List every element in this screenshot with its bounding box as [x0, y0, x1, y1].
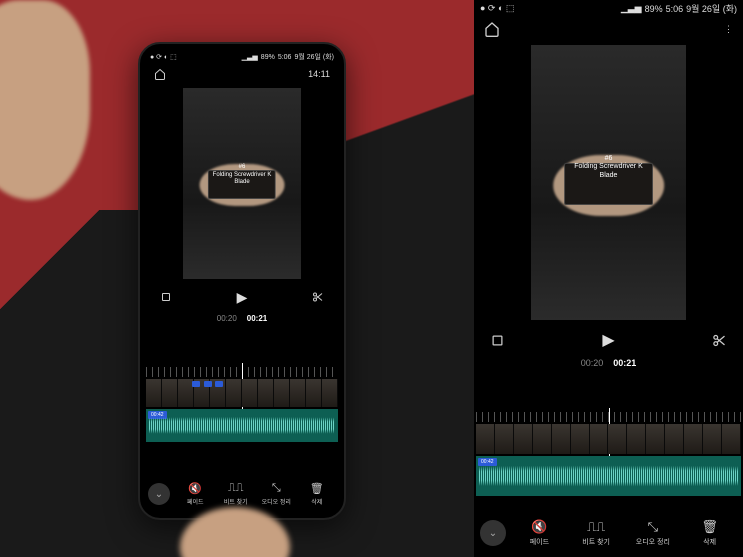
- expand-toolbar-button[interactable]: ⌄: [148, 483, 170, 505]
- audio-trim-button[interactable]: ⤡ 오디오 정리: [257, 482, 296, 506]
- status-date: 9월 26일 (화): [294, 52, 334, 62]
- fade-label: 페이드: [530, 537, 549, 547]
- clock-time: 5:06: [278, 54, 292, 61]
- beat-find-button[interactable]: ⎍⎍ 비트 찾기: [569, 519, 624, 547]
- trim-label: 오디오 정리: [262, 497, 291, 506]
- playback-controls: ▶: [144, 283, 340, 312]
- prev-time: 00:20: [581, 358, 604, 368]
- delete-button[interactable]: 🗑 삭제: [298, 482, 337, 506]
- audio-trim-button[interactable]: ⤡ 오디오 정리: [626, 519, 681, 547]
- delete-label: 삭제: [703, 537, 716, 547]
- home-icon[interactable]: [484, 21, 500, 37]
- equalizer-icon: ⎍⎍: [228, 482, 243, 495]
- play-button[interactable]: ▶: [237, 289, 248, 306]
- signal-icon: ▁▃▅: [242, 53, 258, 61]
- video-thumbnail-track[interactable]: [146, 379, 338, 408]
- trim-icon: ⤡: [648, 519, 658, 535]
- undo-icon[interactable]: [490, 333, 505, 348]
- audio-track[interactable]: 00:42: [476, 456, 741, 496]
- status-left-icons: ● ⟳ ◐ ⬚: [150, 53, 177, 61]
- status-date: 9월 26일 (화): [686, 2, 737, 15]
- cut-icon[interactable]: [312, 291, 324, 303]
- beat-label: 비트 찾기: [582, 537, 610, 547]
- prev-time: 00:20: [217, 314, 237, 323]
- delete-label: 삭제: [311, 497, 322, 506]
- audio-track[interactable]: 00:42: [146, 409, 338, 441]
- trash-icon: 🗑: [310, 482, 324, 495]
- status-left-icons: ● ⟳ ◐ ⬚: [480, 3, 514, 14]
- expand-toolbar-button[interactable]: ⌄: [480, 520, 506, 546]
- signal-icon: ▁▃▅: [621, 3, 642, 14]
- fade-label: 페이드: [187, 497, 204, 506]
- waveform: [479, 462, 738, 490]
- video-preview[interactable]: #6 Folding Screwdriver K Blade: [183, 88, 301, 279]
- undo-icon[interactable]: [160, 291, 172, 303]
- app-titlebar: ⋮: [474, 17, 743, 41]
- time-display: 00:20 00:21: [144, 312, 340, 329]
- screenshot-right-panel: ● ⟳ ◐ ⬚ ▁▃▅ 89% 5:06 9월 26일 (화) ⋮ #6 Fol…: [474, 0, 743, 557]
- current-time: 00:21: [613, 358, 636, 368]
- home-icon[interactable]: [154, 68, 166, 80]
- timeline-ruler[interactable]: [146, 367, 338, 377]
- current-time: 00:21: [247, 314, 267, 323]
- project-duration: 14:11: [308, 69, 330, 79]
- battery-percent: 89%: [645, 4, 663, 14]
- fade-button[interactable]: 🔇 페이드: [512, 519, 567, 547]
- status-bar: ● ⟳ ◐ ⬚ ▁▃▅ 89% 5:06 9월 26일 (화): [474, 0, 743, 17]
- more-icon[interactable]: ⋮: [724, 24, 733, 35]
- beat-label: 비트 찾기: [224, 497, 248, 506]
- cut-icon[interactable]: [712, 333, 727, 348]
- fade-button[interactable]: 🔇 페이드: [176, 482, 215, 506]
- timeline-ruler[interactable]: [476, 412, 741, 422]
- trim-label: 오디오 정리: [636, 537, 670, 547]
- playback-controls: ▶: [474, 324, 743, 356]
- delete-button[interactable]: 🗑 삭제: [682, 519, 737, 547]
- video-preview[interactable]: #6 Folding Screwdriver K Blade: [531, 45, 686, 320]
- volume-icon: 🔇: [188, 482, 202, 495]
- equalizer-icon: ⎍⎍: [587, 519, 605, 535]
- preview-overlay-text: #6 Folding Screwdriver K Blade: [213, 164, 272, 186]
- beat-marker[interactable]: [215, 381, 223, 387]
- trash-icon: 🗑: [701, 519, 718, 535]
- phone-device: ● ⟳ ◐ ⬚ ▁▃▅ 89% 5:06 9월 26일 (화) 14:11: [138, 42, 346, 520]
- volume-icon: 🔇: [531, 519, 547, 535]
- battery-percent: 89%: [261, 54, 275, 61]
- beat-marker[interactable]: [192, 381, 200, 387]
- play-button[interactable]: ▶: [602, 330, 614, 350]
- clock-time: 5:06: [666, 4, 684, 14]
- trim-icon: ⤡: [272, 482, 281, 495]
- app-titlebar: 14:11: [144, 64, 340, 84]
- time-display: 00:20 00:21: [474, 356, 743, 374]
- beat-marker[interactable]: [204, 381, 212, 387]
- preview-overlay-text: #6 Folding Screwdriver K Blade: [574, 155, 642, 180]
- bottom-toolbar: ⌄ 🔇 페이드 ⎍⎍ 비트 찾기 ⤡ 오디오 정리 🗑 삭제: [474, 509, 743, 557]
- waveform: [149, 414, 335, 437]
- photo-left-panel: ● ⟳ ◐ ⬚ ▁▃▅ 89% 5:06 9월 26일 (화) 14:11: [0, 0, 474, 557]
- video-thumbnail-track[interactable]: [476, 424, 741, 454]
- beat-find-button[interactable]: ⎍⎍ 비트 찾기: [217, 482, 256, 506]
- status-bar: ● ⟳ ◐ ⬚ ▁▃▅ 89% 5:06 9월 26일 (화): [144, 50, 340, 64]
